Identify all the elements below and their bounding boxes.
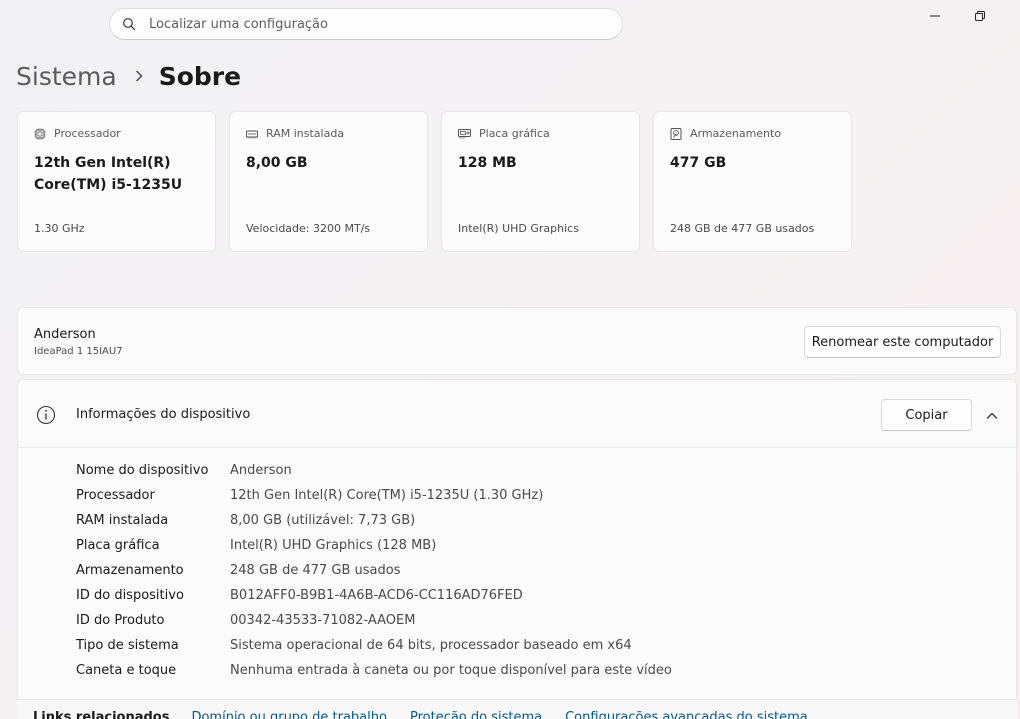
card-label: Processador [54,127,121,140]
spec-value: 00342-43533-71082-AAOEM [230,613,416,628]
spec-value: Nenhuma entrada à caneta ou por toque di… [230,663,672,678]
chevron-up-icon [986,412,998,419]
search-box[interactable] [109,8,623,40]
storage-icon [670,127,682,140]
device-model: IdeaPad 1 15IAU7 [34,346,123,357]
device-name-panel: Anderson IdeaPad 1 15IAU7 Renomear este … [17,307,1017,375]
page-title: Sobre [158,61,242,91]
link-advanced-system-settings[interactable]: Configurações avançadas do sistema [565,710,808,719]
collapse-button[interactable] [980,404,1004,428]
card-label: Armazenamento [690,127,782,140]
minimize-icon [930,15,940,17]
spec-key: RAM instalada [76,513,169,528]
breadcrumb-parent[interactable]: Sistema [16,62,117,91]
gpu-icon [458,128,471,138]
rename-computer-button[interactable]: Renomear este computador [804,326,1001,358]
search-input[interactable] [149,16,589,32]
spec-value: 8,00 GB (utilizável: 7,73 GB) [230,513,416,528]
card-sub: Velocidade: 3200 MT/s [246,222,371,235]
link-system-protection[interactable]: Proteção do sistema [410,710,542,719]
chevron-right-icon [135,70,143,82]
spec-value: 248 GB de 477 GB usados [230,563,401,578]
spec-list: Nome do dispositivo Anderson Processador… [76,458,672,683]
breadcrumb: Sistema Sobre [16,58,241,94]
device-info-title: Informações do dispositivo [76,407,251,422]
related-links: Links relacionados Domínio ou grupo de t… [17,699,1017,719]
info-icon [36,405,56,425]
card-label: Placa gráfica [479,127,550,140]
card-value: 128 MB [458,155,517,171]
spec-key: Processador [76,488,155,503]
ram-icon [246,130,258,138]
spec-row-ram: RAM instalada 8,00 GB (utilizável: 7,73 … [76,508,672,533]
card-processor: Processador 12th Gen Intel(R) Core(TM) i… [17,111,216,252]
spec-value: Sistema operacional de 64 bits, processa… [230,638,632,653]
card-value: 477 GB [670,155,727,171]
spec-row-device-id: ID do dispositivo B012AFF0-B9B1-4A6B-ACD… [76,583,672,608]
spec-row-storage: Armazenamento 248 GB de 477 GB usados [76,558,672,583]
related-links-label: Links relacionados [33,710,170,719]
spec-row-device-name: Nome do dispositivo Anderson [76,458,672,483]
search-icon [123,18,136,31]
spec-row-gpu: Placa gráfica Intel(R) UHD Graphics (128… [76,533,672,558]
copy-button[interactable]: Copiar [881,399,972,431]
spec-key: ID do dispositivo [76,588,184,603]
card-ram: RAM instalada 8,00 GB Velocidade: 3200 M… [229,111,428,252]
spec-key: Armazenamento [76,563,184,578]
spec-row-system-type: Tipo de sistema Sistema operacional de 6… [76,633,672,658]
device-name: Anderson [34,327,96,342]
card-storage: Armazenamento 477 GB 248 GB de 477 GB us… [653,111,852,252]
spec-row-processor: Processador 12th Gen Intel(R) Core(TM) i… [76,483,672,508]
restore-icon [975,11,985,21]
spec-value: Anderson [230,463,292,478]
device-info-header[interactable]: Informações do dispositivo Copiar [18,380,1016,448]
card-value: 12th Gen Intel(R) Core(TM) i5-1235U [34,155,183,193]
card-value: 8,00 GB [246,155,308,171]
spec-key: Nome do dispositivo [76,463,209,478]
card-sub: Intel(R) UHD Graphics [458,222,579,235]
spec-value: B012AFF0-B9B1-4A6B-ACD6-CC116AD76FED [230,588,523,603]
card-sub: 1.30 GHz [34,222,85,235]
spec-row-pen-touch: Caneta e toque Nenhuma entrada à caneta … [76,658,672,683]
processor-icon [34,128,46,139]
device-info-panel: Informações do dispositivo Copiar Nome d… [17,379,1017,699]
link-domain-workgroup[interactable]: Domínio ou grupo de trabalho [191,710,387,719]
card-gpu: Placa gráfica 128 MB Intel(R) UHD Graphi… [441,111,640,252]
spec-key: ID do Produto [76,613,165,628]
restore-button[interactable] [957,4,1003,28]
spec-value: 12th Gen Intel(R) Core(TM) i5-1235U (1.3… [230,488,544,503]
spec-key: Placa gráfica [76,538,160,553]
spec-key: Tipo de sistema [76,638,179,653]
spec-value: Intel(R) UHD Graphics (128 MB) [230,538,437,553]
card-label: RAM instalada [266,127,345,140]
minimize-button[interactable] [912,4,958,28]
card-sub: 248 GB de 477 GB usados [670,222,815,235]
spec-key: Caneta e toque [76,663,177,678]
spec-row-product-id: ID do Produto 00342-43533-71082-AAOEM [76,608,672,633]
